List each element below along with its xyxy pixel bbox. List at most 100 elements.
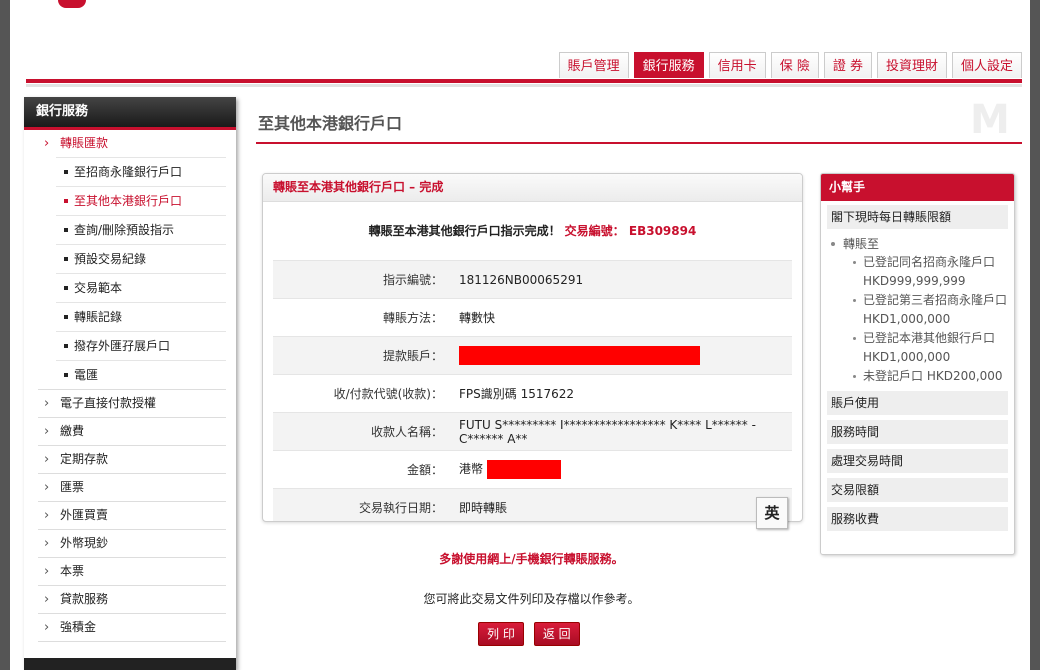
sidebar-item-fx-cash[interactable]: › 外幣現鈔	[38, 530, 226, 558]
submenu-label: 電匯	[74, 368, 99, 382]
sidebar-item-time-deposit[interactable]: › 定期存款	[38, 446, 226, 474]
tab-banking[interactable]: 銀行服務	[633, 52, 704, 78]
submenu-label: 查詢/刪除預設指示	[74, 223, 175, 237]
bullet-icon	[64, 170, 68, 174]
chevron-right-icon: ›	[44, 396, 50, 411]
list-item: 已登記第三者招商永隆戶口 HKD1,000,000	[853, 291, 1008, 329]
sidebar-item-label: 外幣現鈔	[60, 536, 109, 550]
reference-number: 交易編號： EB309894	[564, 224, 697, 238]
helper-link-service-charges[interactable]: 服務收費	[827, 507, 1008, 531]
print-note: 您可將此交易文件列印及存檔以作參考。	[423, 592, 640, 606]
sidebar-item-transfer[interactable]: › 轉賬匯款 至招商永隆銀行戶口 至其他本港銀行戶口 查詢/刪除預設指示 預設交…	[38, 130, 226, 390]
sidebar-item-label: 貸款服務	[60, 592, 109, 606]
bullet-icon	[64, 315, 68, 319]
bullet-icon	[64, 257, 68, 261]
page: 賬戶管理 銀行服務 信用卡 保 險 證 券 投資理財 個人設定 銀行服務 › 轉…	[10, 0, 1030, 670]
watermark-logo-icon: M	[970, 97, 1010, 143]
submenu-item-margin-account[interactable]: 撥存外匯孖展戶口	[56, 331, 226, 360]
page-title: 至其他本港銀行戶口	[258, 114, 403, 133]
limits-sublist: 已登記同名招商永隆戶口 HKD999,999,999 已登記第三者招商永隆戶口 …	[827, 253, 1008, 386]
chevron-right-icon: ›	[44, 424, 50, 439]
transfer-result-panel: 轉賬至本港其他銀行戶口 – 完成 轉賬至本港其他銀行戶口指示完成！ 交易編號： E…	[262, 173, 803, 522]
sidebar-item-label: 轉賬匯款	[60, 136, 109, 150]
title-divider	[256, 142, 1022, 144]
sidebar-item-label: 定期存款	[60, 452, 109, 466]
confirm-message: 轉賬至本港其他銀行戶口指示完成！ 交易編號： EB309894	[273, 202, 792, 260]
submenu-label: 撥存外匯孖展戶口	[74, 339, 171, 353]
list-item: 已登記本港其他銀行戶口 HKD1,000,000	[853, 329, 1008, 367]
bank-logo[interactable]	[50, 0, 220, 14]
table-row: 收/付款代號(收款)： FPS識別碼 1517622	[273, 374, 792, 412]
helper-section-title: 閣下現時每日轉賬限額	[827, 205, 1008, 229]
limits-list: 轉賬至 已登記同名招商永隆戶口 HKD999,999,999 已登記第三者招商永…	[827, 235, 1008, 386]
sidebar-item-fx[interactable]: › 外匯買賣	[38, 502, 226, 530]
helper-link-transaction-limits[interactable]: 交易限額	[827, 478, 1008, 502]
submenu-item-telegraphic[interactable]: 電匯	[56, 360, 226, 389]
sidebar-item-cashier-order[interactable]: › 本票	[38, 558, 226, 586]
table-row: 提款賬戶：	[273, 336, 792, 374]
list-item: 未登記戶口 HKD200,000	[853, 367, 1008, 386]
print-button[interactable]: 列 印	[478, 622, 524, 646]
detail-rows: 指示編號： 181126NB00065291 轉賬方法： 轉數快 提款賬戶： 收/付…	[273, 260, 792, 521]
bullet-icon	[64, 344, 68, 348]
sidebar-item-label: 電子直接付款授權	[60, 396, 157, 410]
table-row: 轉賬方法： 轉數快	[273, 298, 792, 336]
sidebar-item-label: 外匯買賣	[60, 508, 109, 522]
chevron-right-icon: ›	[44, 536, 50, 551]
top-nav-tabs: 賬戶管理 銀行服務 信用卡 保 險 證 券 投資理財 個人設定	[558, 52, 1022, 78]
logo-icon	[58, 0, 86, 8]
sidebar-item-loans[interactable]: › 貸款服務	[38, 586, 226, 614]
sidebar-menu: › 轉賬匯款 至招商永隆銀行戶口 至其他本港銀行戶口 查詢/刪除預設指示 預設交…	[24, 130, 236, 642]
helper-link-account-usage[interactable]: 賬戶使用	[827, 391, 1008, 415]
tab-accounts[interactable]: 賬戶管理	[558, 52, 629, 78]
table-row: 收款人名稱： FUTU S********* I*****************…	[273, 412, 792, 450]
nav-grey-line	[26, 84, 1022, 87]
submenu-item-transfer-records[interactable]: 轉賬記錄	[56, 302, 226, 331]
back-button[interactable]: 返 回	[533, 622, 580, 646]
helper-link-service-hours[interactable]: 服務時間	[827, 420, 1008, 444]
helper-title: 小幫手	[821, 174, 1014, 201]
sidebar-footer	[24, 658, 236, 670]
bullet-icon	[64, 199, 68, 203]
sidebar-title: 銀行服務	[24, 97, 236, 130]
chevron-right-icon: ›	[44, 564, 50, 579]
sidebar-item-mpf[interactable]: › 強積金	[38, 614, 226, 642]
thanks-message: 多謝使用網上/手機銀行轉賬服務。	[439, 552, 624, 566]
confirm-text: 轉賬至本港其他銀行戶口指示完成！	[368, 224, 561, 238]
sidebar: 銀行服務 › 轉賬匯款 至招商永隆銀行戶口 至其他本港銀行戶口 查詢/刪除預設指…	[24, 97, 236, 670]
helper-link-processing-time[interactable]: 處理交易時間	[827, 449, 1008, 473]
tab-securities[interactable]: 證 券	[823, 52, 872, 78]
list-item: 已登記同名招商永隆戶口 HKD999,999,999	[853, 253, 1008, 291]
sidebar-item-bill-payment[interactable]: › 繳費	[38, 418, 226, 446]
redaction-bar	[459, 346, 700, 365]
tab-settings[interactable]: 個人設定	[951, 52, 1022, 78]
submenu-item-other-bank[interactable]: 至其他本港銀行戶口	[56, 186, 226, 215]
submenu-label: 預設交易紀錄	[74, 252, 147, 266]
ime-indicator[interactable]: 英	[756, 497, 788, 529]
sidebar-item-label: 強積金	[60, 620, 97, 634]
tab-investment[interactable]: 投資理財	[876, 52, 947, 78]
chevron-right-icon: ›	[44, 592, 50, 607]
submenu-item-own-bank[interactable]: 至招商永隆銀行戶口	[56, 157, 226, 186]
tab-insurance[interactable]: 保 險	[770, 52, 819, 78]
submenu-label: 交易範本	[74, 281, 123, 295]
panel-title: 轉賬至本港其他銀行戶口 – 完成	[263, 174, 802, 202]
bullet-icon	[64, 373, 68, 377]
submenu-item-preset-records[interactable]: 預設交易紀錄	[56, 244, 226, 273]
chevron-right-icon: ›	[44, 452, 50, 467]
sidebar-item-edda[interactable]: › 電子直接付款授權	[38, 390, 226, 418]
submenu-label: 至招商永隆銀行戶口	[74, 165, 183, 179]
table-row: 金額： 港幣	[273, 450, 792, 488]
table-row: 交易執行日期： 即時轉賬	[273, 488, 792, 521]
tab-credit-card[interactable]: 信用卡	[708, 52, 766, 78]
submenu-item-templates[interactable]: 交易範本	[56, 273, 226, 302]
chevron-right-icon: ›	[44, 480, 50, 495]
chevron-right-icon: ›	[44, 620, 50, 635]
bullet-icon	[64, 228, 68, 232]
sidebar-item-label: 繳費	[60, 424, 85, 438]
sidebar-item-draft[interactable]: › 匯票	[38, 474, 226, 502]
limits-head: 轉賬至	[827, 235, 1008, 253]
action-buttons: 列 印 返 回	[478, 622, 580, 646]
sidebar-item-label: 本票	[60, 564, 85, 578]
submenu-item-preset-instructions[interactable]: 查詢/刪除預設指示	[56, 215, 226, 244]
